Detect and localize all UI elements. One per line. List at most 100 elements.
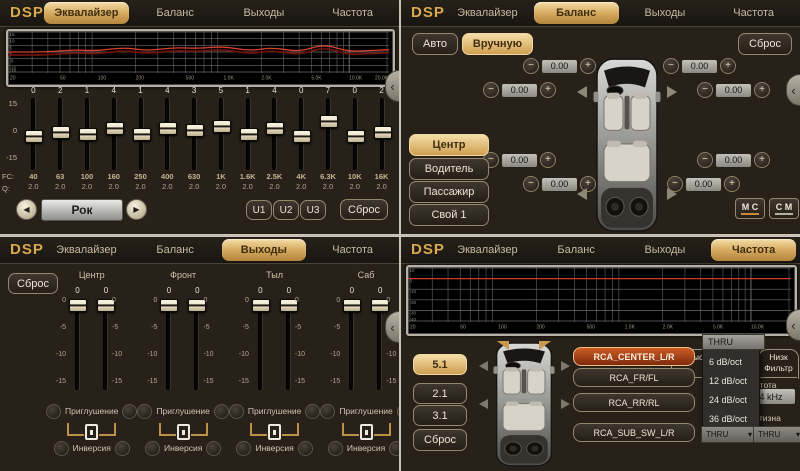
link-lock-icon[interactable] <box>85 424 98 440</box>
preset-center-button[interactable]: Центр <box>409 134 489 156</box>
reset-button[interactable]: Сброс <box>738 33 792 55</box>
output-slider[interactable] <box>75 300 79 390</box>
band-slider[interactable] <box>74 98 101 170</box>
output-slider[interactable] <box>194 300 198 390</box>
link-lock-icon[interactable] <box>360 424 373 440</box>
manual-button[interactable]: Вручную <box>462 33 533 55</box>
slider-knob[interactable] <box>25 130 43 143</box>
auto-button[interactable]: Авто <box>412 33 458 55</box>
tab-equalizer[interactable]: Эквалайзер <box>44 2 129 24</box>
minus-button[interactable]: − <box>663 58 679 74</box>
preset-passenger-button[interactable]: Пассажир <box>409 181 489 203</box>
mode-5-1-button[interactable]: 5.1 <box>413 354 467 375</box>
reset-button[interactable]: Сброс <box>340 199 388 220</box>
minus-button[interactable]: − <box>523 58 539 74</box>
slider-knob[interactable] <box>213 120 231 133</box>
band-slider[interactable] <box>154 98 181 170</box>
mode-2-1-button[interactable]: 2.1 <box>413 383 467 404</box>
link-lock-icon[interactable] <box>268 424 281 440</box>
invert-toggle-right[interactable] <box>389 441 399 456</box>
slider-knob[interactable] <box>160 299 178 312</box>
slider-knob[interactable] <box>266 122 284 135</box>
band-slider[interactable] <box>47 98 74 170</box>
channel-rca-sub-button[interactable]: RCA_SUB_SW_L/R <box>573 423 695 442</box>
channel-rca-rear-button[interactable]: RCA_RR/RL <box>573 393 695 412</box>
slider-knob[interactable] <box>186 124 204 137</box>
mute-toggle-right[interactable] <box>122 404 137 419</box>
dropdown-option-36db[interactable]: 36 dB/oct <box>703 414 759 424</box>
mute-toggle-right[interactable] <box>397 404 399 419</box>
slider-knob[interactable] <box>159 122 177 135</box>
reset-button[interactable]: Сброс <box>413 429 467 451</box>
edge-handle[interactable]: ‹ <box>786 74 800 106</box>
slider-knob[interactable] <box>133 128 151 141</box>
slope-select-right[interactable]: THRU ▾ <box>753 426 800 443</box>
output-slider[interactable] <box>377 300 381 390</box>
output-slider[interactable] <box>286 300 290 390</box>
tab-frequency[interactable]: Частота <box>310 2 395 24</box>
tab-balance[interactable]: Баланс <box>133 239 218 261</box>
plus-button[interactable]: + <box>754 152 770 168</box>
channel-rca-front-button[interactable]: RCA_FR/FL <box>573 368 695 387</box>
invert-toggle-right[interactable] <box>206 441 221 456</box>
band-slider[interactable] <box>288 98 315 170</box>
mc-button[interactable]: M C <box>735 198 765 219</box>
plus-button[interactable]: + <box>720 58 736 74</box>
plus-button[interactable]: + <box>724 176 740 192</box>
dropdown-option-6db[interactable]: 6 dB/oct <box>703 357 759 367</box>
tab-balance[interactable]: Баланс <box>534 239 619 261</box>
invert-toggle-right[interactable] <box>298 441 313 456</box>
tab-outputs[interactable]: Выходы <box>623 2 708 24</box>
invert-toggle-left[interactable] <box>328 441 343 456</box>
slider-knob[interactable] <box>252 299 270 312</box>
output-slider[interactable] <box>258 300 262 390</box>
slider-knob[interactable] <box>343 299 361 312</box>
slider-knob[interactable] <box>374 126 392 139</box>
minus-button[interactable]: − <box>697 82 713 98</box>
invert-toggle-right[interactable] <box>115 441 130 456</box>
band-slider[interactable] <box>234 98 261 170</box>
slider-knob[interactable] <box>293 130 311 143</box>
tab-balance[interactable]: Баланс <box>133 2 218 24</box>
band-slider[interactable] <box>207 98 234 170</box>
cm-button[interactable]: C M <box>769 198 799 219</box>
prev-preset-button[interactable]: ◀ <box>16 199 37 220</box>
slope-dropdown-selected[interactable]: THRU <box>702 334 765 350</box>
slider-knob[interactable] <box>52 126 70 139</box>
preset-button[interactable]: Рок <box>41 199 123 221</box>
invert-toggle-left[interactable] <box>54 441 69 456</box>
band-slider[interactable] <box>127 98 154 170</box>
tab-equalizer[interactable]: Эквалайзер <box>445 239 530 261</box>
tab-outputs[interactable]: Выходы <box>222 2 307 24</box>
slider-knob[interactable] <box>106 122 124 135</box>
invert-toggle-left[interactable] <box>236 441 251 456</box>
minus-button[interactable]: − <box>483 82 499 98</box>
edge-handle[interactable]: ‹ <box>786 309 800 341</box>
mute-toggle-left[interactable] <box>137 404 152 419</box>
link-lock-icon[interactable] <box>177 424 190 440</box>
minus-button[interactable]: − <box>697 152 713 168</box>
tab-equalizer[interactable]: Эквалайзер <box>445 2 530 24</box>
tab-outputs[interactable]: Выходы <box>222 239 307 261</box>
band-slider[interactable] <box>315 98 342 170</box>
memory-u2-button[interactable]: U2 <box>273 200 299 220</box>
mute-toggle-left[interactable] <box>320 404 335 419</box>
plus-button[interactable]: + <box>754 82 770 98</box>
output-slider[interactable] <box>349 300 353 390</box>
slope-select-left[interactable]: THRU ▾ <box>701 426 757 443</box>
dropdown-option-24db[interactable]: 24 dB/oct <box>703 395 759 405</box>
mode-3-1-button[interactable]: 3.1 <box>413 405 467 426</box>
memory-u3-button[interactable]: U3 <box>300 200 326 220</box>
mute-toggle-right[interactable] <box>305 404 320 419</box>
mute-toggle-left[interactable] <box>229 404 244 419</box>
tab-equalizer[interactable]: Эквалайзер <box>44 239 129 261</box>
preset-custom-button[interactable]: Свой 1 <box>409 204 489 226</box>
preset-driver-button[interactable]: Водитель <box>409 158 489 180</box>
tab-balance[interactable]: Баланс <box>534 2 619 24</box>
dropdown-option-12db[interactable]: 12 dB/oct <box>703 376 759 386</box>
band-slider[interactable] <box>20 98 47 170</box>
plus-button[interactable]: + <box>540 152 556 168</box>
band-slider[interactable] <box>181 98 208 170</box>
band-slider[interactable] <box>368 98 395 170</box>
mute-toggle-left[interactable] <box>46 404 61 419</box>
